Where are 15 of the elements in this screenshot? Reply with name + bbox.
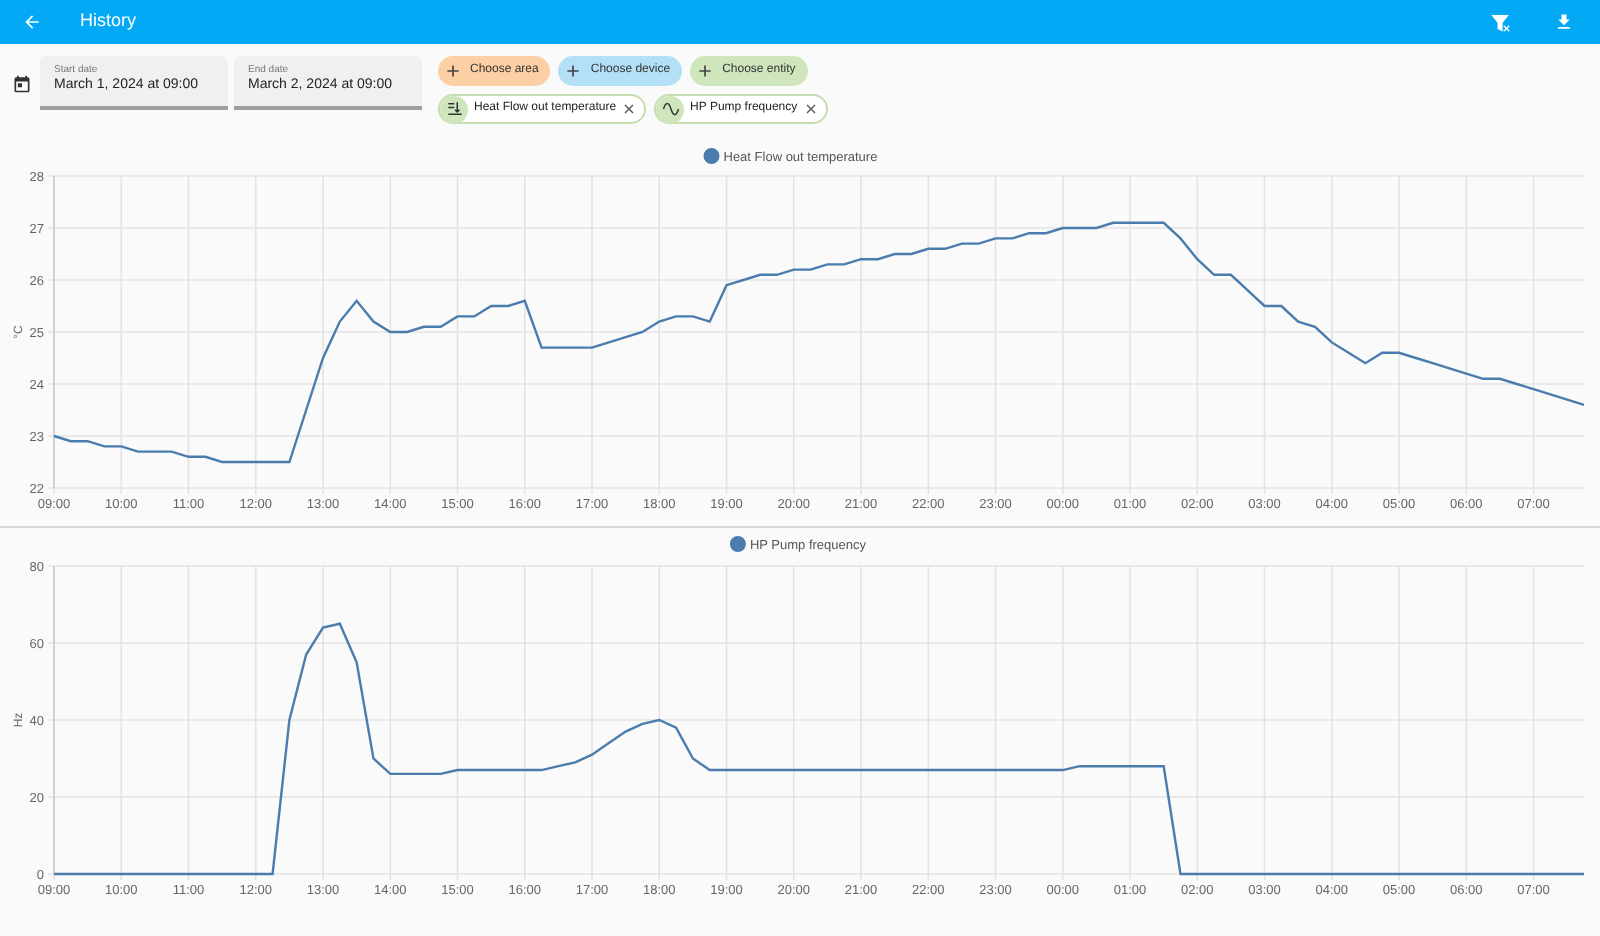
page-title: History xyxy=(80,8,137,35)
legend-dot[interactable] xyxy=(703,148,720,164)
plus-icon xyxy=(446,64,460,78)
close-icon xyxy=(624,104,635,114)
sine-wave-icon xyxy=(661,100,680,118)
remove-button[interactable] xyxy=(805,103,818,115)
back-arrow-icon xyxy=(22,12,42,32)
close-icon xyxy=(805,104,816,114)
remove-button[interactable] xyxy=(624,103,637,115)
calendar-icon xyxy=(12,74,32,94)
plus-icon xyxy=(566,64,581,78)
legend-dot[interactable] xyxy=(729,536,746,552)
plus-icon xyxy=(698,64,713,78)
filter-clear-icon xyxy=(1489,11,1511,33)
download-icon xyxy=(1554,12,1574,32)
